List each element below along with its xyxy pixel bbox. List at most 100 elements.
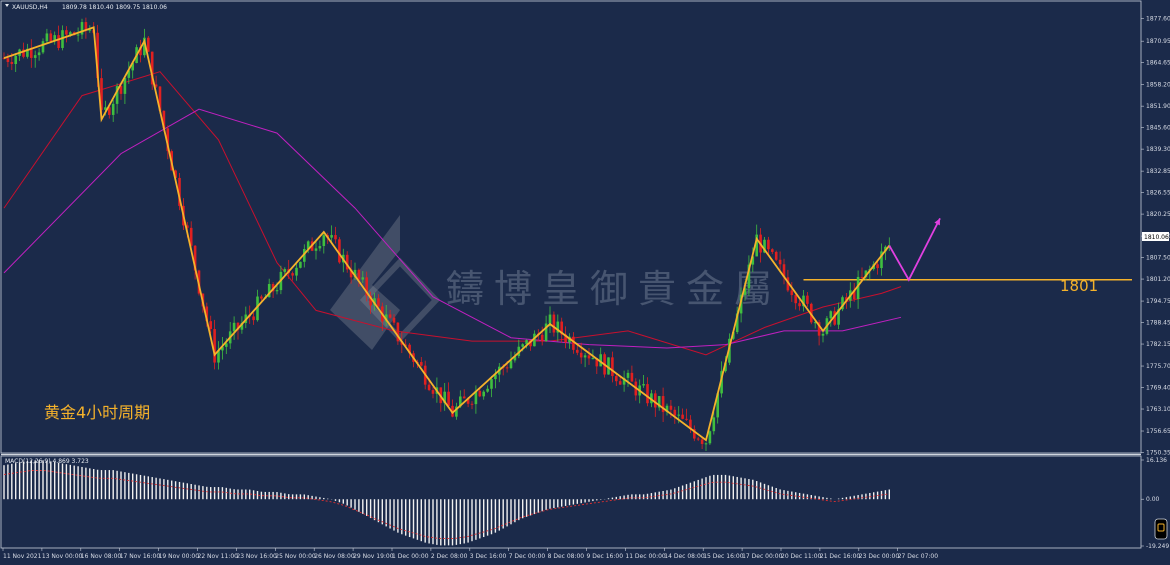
candle-body xyxy=(427,384,431,391)
price-tick-label: 1750.35 xyxy=(1146,450,1170,457)
candle-body xyxy=(876,264,879,269)
candle-body xyxy=(630,372,634,382)
time-tick-label: 22 Nov 11:00 xyxy=(198,553,239,560)
candle-body xyxy=(318,246,322,249)
candle-body xyxy=(548,314,552,324)
candle-body xyxy=(486,388,489,392)
candle-body xyxy=(30,48,33,58)
candle-body xyxy=(860,276,864,278)
price-tick-label: 1756.65 xyxy=(1146,428,1170,435)
candle-body xyxy=(252,316,255,321)
candle-body xyxy=(576,349,579,353)
candle-body xyxy=(521,344,524,347)
candle-body xyxy=(209,321,212,330)
time-tick-label: 26 Nov 08:00 xyxy=(314,553,355,560)
time-tick-label: 16 Nov 08:00 xyxy=(81,553,122,560)
candle-body xyxy=(299,261,302,268)
candle-body xyxy=(708,431,712,444)
candle-body xyxy=(587,355,591,359)
candle-body xyxy=(260,296,263,299)
price-tick-label: 1788.45 xyxy=(1146,320,1170,327)
candle-body xyxy=(470,403,474,405)
candle-body xyxy=(14,55,17,65)
price-tick-label: 1870.95 xyxy=(1146,38,1170,45)
candle-body xyxy=(111,103,115,115)
candle-body xyxy=(712,417,716,432)
candle-body xyxy=(685,418,688,420)
time-tick-label: 14 Dec 08:00 xyxy=(664,553,705,560)
time-tick-label: 3 Dec 16:00 xyxy=(470,553,507,560)
candle-body xyxy=(794,295,797,304)
candle-body xyxy=(767,239,770,250)
candle-body xyxy=(798,303,801,307)
candle-body xyxy=(45,33,49,42)
candle-body xyxy=(283,269,287,272)
candle-body xyxy=(774,251,778,260)
time-tick-label: 1 Dec 00:00 xyxy=(392,553,429,560)
price-tick-label: 1820.25 xyxy=(1146,211,1170,218)
candle-body xyxy=(579,352,583,358)
candle-body xyxy=(829,311,833,319)
candle-body xyxy=(704,443,708,445)
time-tick-label: 17 Nov 16:00 xyxy=(120,553,161,560)
candle-body xyxy=(646,384,649,404)
level-label: 1801 xyxy=(1060,277,1098,295)
current-price-label: 1810.06 xyxy=(1144,234,1169,241)
candle-body xyxy=(552,314,556,333)
time-tick-label: 29 Nov 19:00 xyxy=(353,553,394,560)
candle-body xyxy=(330,235,333,238)
chart-caption: 黄金4小时周期 xyxy=(44,403,150,422)
candle-body xyxy=(583,355,587,358)
candle-body xyxy=(771,249,774,252)
time-tick-label: 9 Dec 16:00 xyxy=(587,553,624,560)
candle-body xyxy=(392,317,396,323)
candle-body xyxy=(611,357,614,377)
time-tick-label: 27 Dec 07:00 xyxy=(898,553,939,560)
candle-body xyxy=(478,390,482,397)
time-tick-label: 17 Dec 00:00 xyxy=(742,553,783,560)
candle-body xyxy=(462,396,466,399)
candle-body xyxy=(361,277,365,280)
price-tick-label: 1858.20 xyxy=(1146,82,1170,89)
candle-body xyxy=(806,295,809,304)
candle-body xyxy=(420,362,423,366)
candle-body xyxy=(669,405,673,410)
candle-body xyxy=(37,52,41,56)
candle-body xyxy=(291,273,294,276)
price-tick-label: 1839.30 xyxy=(1146,146,1170,153)
time-tick-label: 15 Dec 16:00 xyxy=(703,553,744,560)
candle-body xyxy=(490,379,493,389)
price-tick-label: 1845.60 xyxy=(1146,125,1170,132)
price-tick-label: 1826.55 xyxy=(1146,190,1170,197)
candle-body xyxy=(275,290,279,292)
time-tick-label: 25 Nov 00:00 xyxy=(275,553,316,560)
candle-body xyxy=(57,35,60,48)
price-tick-label: 1769.40 xyxy=(1146,385,1170,392)
candle-body xyxy=(790,290,794,296)
symbol-label: XAUUSD,H4 xyxy=(12,4,48,11)
macd-tick-label: 16.136 xyxy=(1146,457,1167,464)
candle-body xyxy=(334,235,337,240)
time-tick-label: 7 Dec 00:00 xyxy=(509,553,546,560)
chart: 鑄博皇御貴金屬 1877.60 1870.95 1864.65 1858.20 1851… xyxy=(0,0,1170,565)
candle-body xyxy=(388,314,392,318)
macd-tick-label: -19.249 xyxy=(1146,543,1169,550)
watermark-text: 鑄博皇御貴金屬 xyxy=(446,267,782,311)
candle-body xyxy=(338,239,341,263)
candle-body xyxy=(673,409,677,416)
candle-body xyxy=(232,322,236,332)
panel-lock-icon[interactable] xyxy=(1154,518,1168,540)
candle-body xyxy=(626,372,630,378)
price-tick-label: 1864.65 xyxy=(1146,60,1170,67)
candle-body xyxy=(700,439,704,444)
candle-body xyxy=(540,334,544,342)
candle-body xyxy=(505,367,509,369)
price-tick-label: 1807.50 xyxy=(1146,255,1170,262)
candle-body xyxy=(33,55,37,58)
candle-body xyxy=(615,376,618,382)
price-tick-label: 1851.90 xyxy=(1146,103,1170,110)
candle-body xyxy=(49,33,53,42)
time-tick-label: 23 Dec 00:00 xyxy=(859,553,900,560)
time-tick-label: 20 Dec 11:00 xyxy=(781,553,822,560)
time-tick-label: 13 Nov 00:00 xyxy=(42,553,83,560)
